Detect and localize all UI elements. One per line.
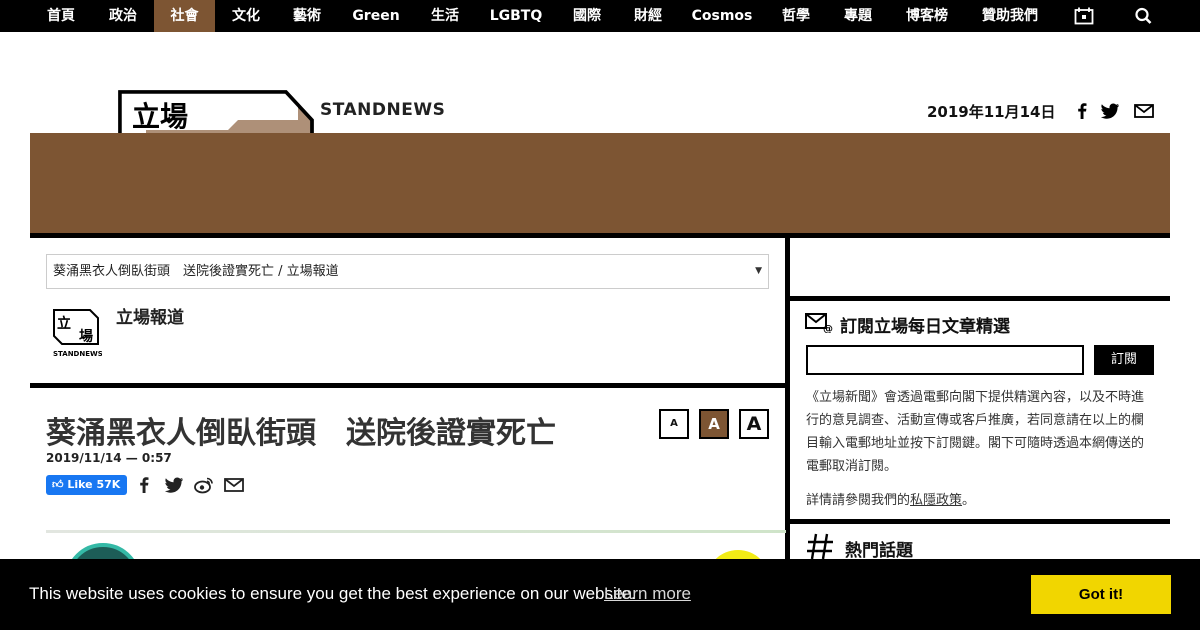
facebook-icon[interactable] [134,476,154,494]
cookie-accept-button[interactable]: Got it! [1031,575,1171,614]
nav-item-cosmos[interactable]: Cosmos [687,0,757,32]
privacy-suffix: 。 [962,493,976,508]
nav-item-life[interactable]: 生活 [415,0,475,32]
font-size-large-button[interactable]: A [739,409,769,439]
header-divider [30,233,1170,238]
nav-item-blog-ranking[interactable]: 博客榜 [894,0,960,32]
mail-icon[interactable] [1134,102,1154,120]
sidebar-divider-top [790,296,1170,301]
article-image-top-border [46,530,786,533]
privacy-policy-link[interactable]: 私隱政策 [910,493,962,508]
twitter-icon[interactable] [164,476,184,494]
nav-item-support-us[interactable]: 贊助我們 [973,0,1047,32]
column-divider [785,238,790,559]
font-size-small-button[interactable]: A [659,409,689,439]
nav-item-features[interactable]: 專題 [828,0,888,32]
brand-name: STANDNEWS [320,100,446,120]
header-banner [30,133,1170,233]
facebook-icon[interactable] [1072,102,1092,120]
nav-item-lgbtq[interactable]: LGBTQ [482,0,550,32]
hashtag-icon [807,533,833,560]
weibo-icon[interactable] [194,476,214,494]
sidebar-divider-bottom [790,519,1170,524]
hot-topics-title: 熱門話題 [845,541,913,561]
subscribe-title: 訂閱立場每日文章精選 [840,317,1010,337]
nav-item-green[interactable]: Green [344,0,408,32]
email-field[interactable] [806,345,1084,375]
like-count: 57K [96,478,121,491]
nav-item-finance[interactable]: 財經 [618,0,678,32]
author-name[interactable]: 立場報道 [116,303,184,328]
article-headline: 葵涌黑衣人倒臥街頭 送院後證實死亡 [46,416,556,451]
calendar-icon[interactable] [1074,7,1094,25]
nav-item-philosophy[interactable]: 哲學 [766,0,826,32]
top-navigation-bar: 首頁 政治 社會 文化 藝術 Green 生活 LGBTQ 國際 財經 Cosm… [0,0,1200,32]
article-select[interactable]: 葵涌黑衣人倒臥街頭 送院後證實死亡 / 立場報道 ▼ [46,254,769,289]
nav-item-politics[interactable]: 政治 [93,0,153,32]
author-logo-line2: 場 [79,328,93,345]
subscribe-button[interactable]: 訂閱 [1094,345,1154,375]
article-header-divider [30,383,785,388]
author-logo-brand: STANDNEWS [53,350,102,358]
like-label: Like [67,478,93,491]
nav-item-arts[interactable]: 藝術 [277,0,337,32]
mail-subscribe-icon: @ [805,313,833,333]
mail-icon[interactable] [224,476,244,494]
article-select-value: 葵涌黑衣人倒臥街頭 送院後證實死亡 / 立場報道 [53,264,339,279]
cookie-learn-more-link[interactable]: Learn more [604,584,691,604]
header-date: 2019年11月14日 [927,103,1056,121]
font-size-medium-button[interactable]: A [699,409,729,439]
author-logo[interactable]: 立 場 STANDNEWS [50,308,102,360]
twitter-icon[interactable] [1100,102,1120,120]
facebook-like-button[interactable]: 👍︎ Like 57K [46,475,127,495]
svg-text:@: @ [823,324,833,333]
cookie-message: This website uses cookies to ensure you … [29,584,636,603]
article-date: 2019/11/14 — 0:57 [46,451,172,465]
privacy-note: 詳情請參閱我們的私隱政策。 [806,489,975,508]
chevron-down-icon: ▼ [755,266,762,276]
nav-item-home[interactable]: 首頁 [30,0,92,32]
nav-item-international[interactable]: 國際 [557,0,617,32]
nav-item-society[interactable]: 社會 [154,0,215,32]
subscribe-description: 《立場新聞》會透過電郵向閣下提供精選內容，以及不時進行的意見調查、活動宣傳或客戶… [806,390,1145,474]
thumbs-up-icon: 👍︎ [52,478,64,491]
nav-item-culture[interactable]: 文化 [216,0,276,32]
logo-line1: 立場 [132,100,188,133]
author-logo-line1: 立 [57,315,71,332]
privacy-prefix: 詳情請參閱我們的 [806,493,911,508]
search-icon[interactable] [1134,7,1154,25]
